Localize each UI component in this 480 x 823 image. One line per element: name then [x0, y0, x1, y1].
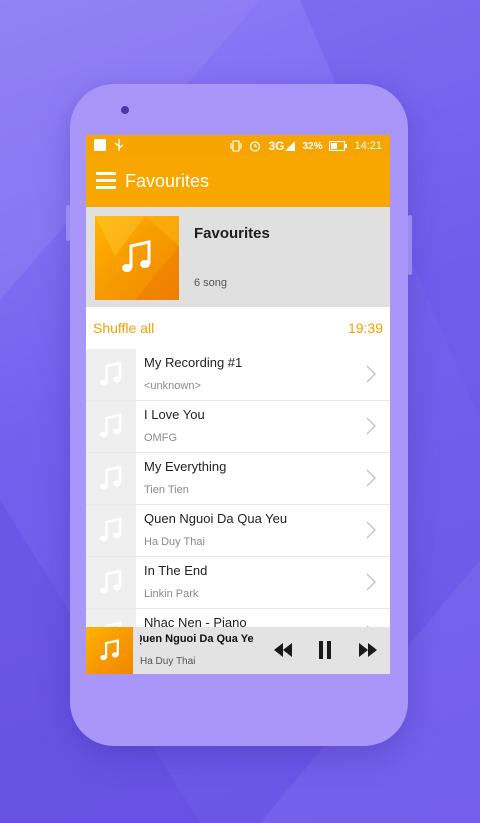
song-thumbnail [86, 401, 136, 452]
chevron-right-icon[interactable] [366, 573, 376, 591]
song-title: Quen Nguoi Da Qua Yeu [144, 511, 288, 526]
chevron-right-icon[interactable] [366, 469, 376, 487]
song-artist: Tien Tien [144, 484, 189, 496]
fast-forward-icon[interactable] [358, 641, 378, 659]
usb-icon [114, 139, 124, 151]
now-playing-title: Quen Nguoi Da Qua Yeu [140, 633, 254, 649]
shuffle-row: Shuffle all 19:39 [86, 307, 390, 350]
status-bar: 3G 32% 14:21 [86, 135, 390, 157]
playlist-title: Favourites [194, 225, 270, 242]
pause-icon[interactable] [317, 640, 333, 660]
list-item[interactable]: Quen Nguoi Da Qua Yeu Ha Duy Thai [86, 505, 390, 557]
music-note-icon [99, 361, 122, 386]
chevron-right-icon[interactable] [366, 521, 376, 539]
phone-side-button [408, 215, 412, 275]
shuffle-all-button[interactable]: Shuffle all [93, 320, 154, 336]
list-item[interactable]: I Love You OMFG [86, 401, 390, 453]
music-note-icon [105, 621, 122, 627]
song-artist: Ha Duy Thai [144, 536, 205, 548]
song-thumbnail [86, 609, 136, 627]
battery-percent: 32% [302, 140, 323, 152]
alarm-icon [250, 141, 261, 152]
music-note-icon [99, 569, 122, 594]
notification-icon [94, 139, 106, 151]
music-note-icon [99, 413, 122, 438]
song-thumbnail [86, 557, 136, 608]
total-duration: 19:39 [347, 320, 383, 336]
song-title: My Everything [144, 459, 227, 474]
playlist-header: Favourites 6 song [86, 207, 390, 307]
song-thumbnail [86, 349, 136, 400]
music-note-icon [99, 465, 122, 490]
signal-icon [285, 141, 296, 151]
hamburger-menu-icon[interactable] [96, 172, 116, 190]
now-playing-title-text: Quen Nguoi Da Qua Yeu [140, 633, 254, 645]
now-playing-artist: Ha Duy Thai [140, 656, 196, 667]
song-artist: Linkin Park [144, 588, 199, 600]
song-list[interactable]: My Recording #1 <unknown> I Love You OMF… [86, 349, 390, 627]
rewind-icon[interactable] [273, 641, 293, 659]
song-count: 6 song [194, 277, 228, 289]
music-note-icon [99, 517, 122, 542]
song-artist: <unknown> [144, 380, 201, 392]
vibrate-icon [230, 140, 243, 152]
app-toolbar: Favourites [86, 157, 390, 207]
battery-icon [329, 141, 348, 151]
list-item[interactable]: My Everything Tien Tien [86, 453, 390, 505]
song-title: My Recording #1 [144, 355, 243, 370]
now-playing-art [86, 627, 133, 674]
app-screen: 3G 32% 14:21 Favourites Favourites 6 son… [86, 135, 390, 674]
list-item[interactable]: In The End Linkin Park [86, 557, 390, 609]
phone-side-button [66, 205, 70, 241]
list-item[interactable]: My Recording #1 <unknown> [86, 349, 390, 401]
song-thumbnail [86, 453, 136, 504]
song-title: In The End [144, 563, 208, 578]
song-title: Nhac Nen - Piano [144, 615, 247, 627]
chevron-right-icon[interactable] [366, 365, 376, 383]
music-note-icon [122, 240, 151, 272]
list-item[interactable]: Nhac Nen - Piano [86, 609, 390, 627]
clock: 14:21 [354, 140, 382, 152]
music-note-icon [100, 639, 119, 661]
network-type: 3G [268, 139, 285, 153]
chevron-right-icon[interactable] [366, 417, 376, 435]
toolbar-title: Favourites [125, 171, 210, 191]
front-camera [121, 106, 129, 114]
mini-player[interactable]: Quen Nguoi Da Qua Yeu Ha Duy Thai [86, 627, 390, 674]
song-title: I Love You [144, 407, 205, 422]
song-thumbnail [86, 505, 136, 556]
playlist-art [95, 216, 179, 300]
song-artist: OMFG [144, 432, 177, 444]
